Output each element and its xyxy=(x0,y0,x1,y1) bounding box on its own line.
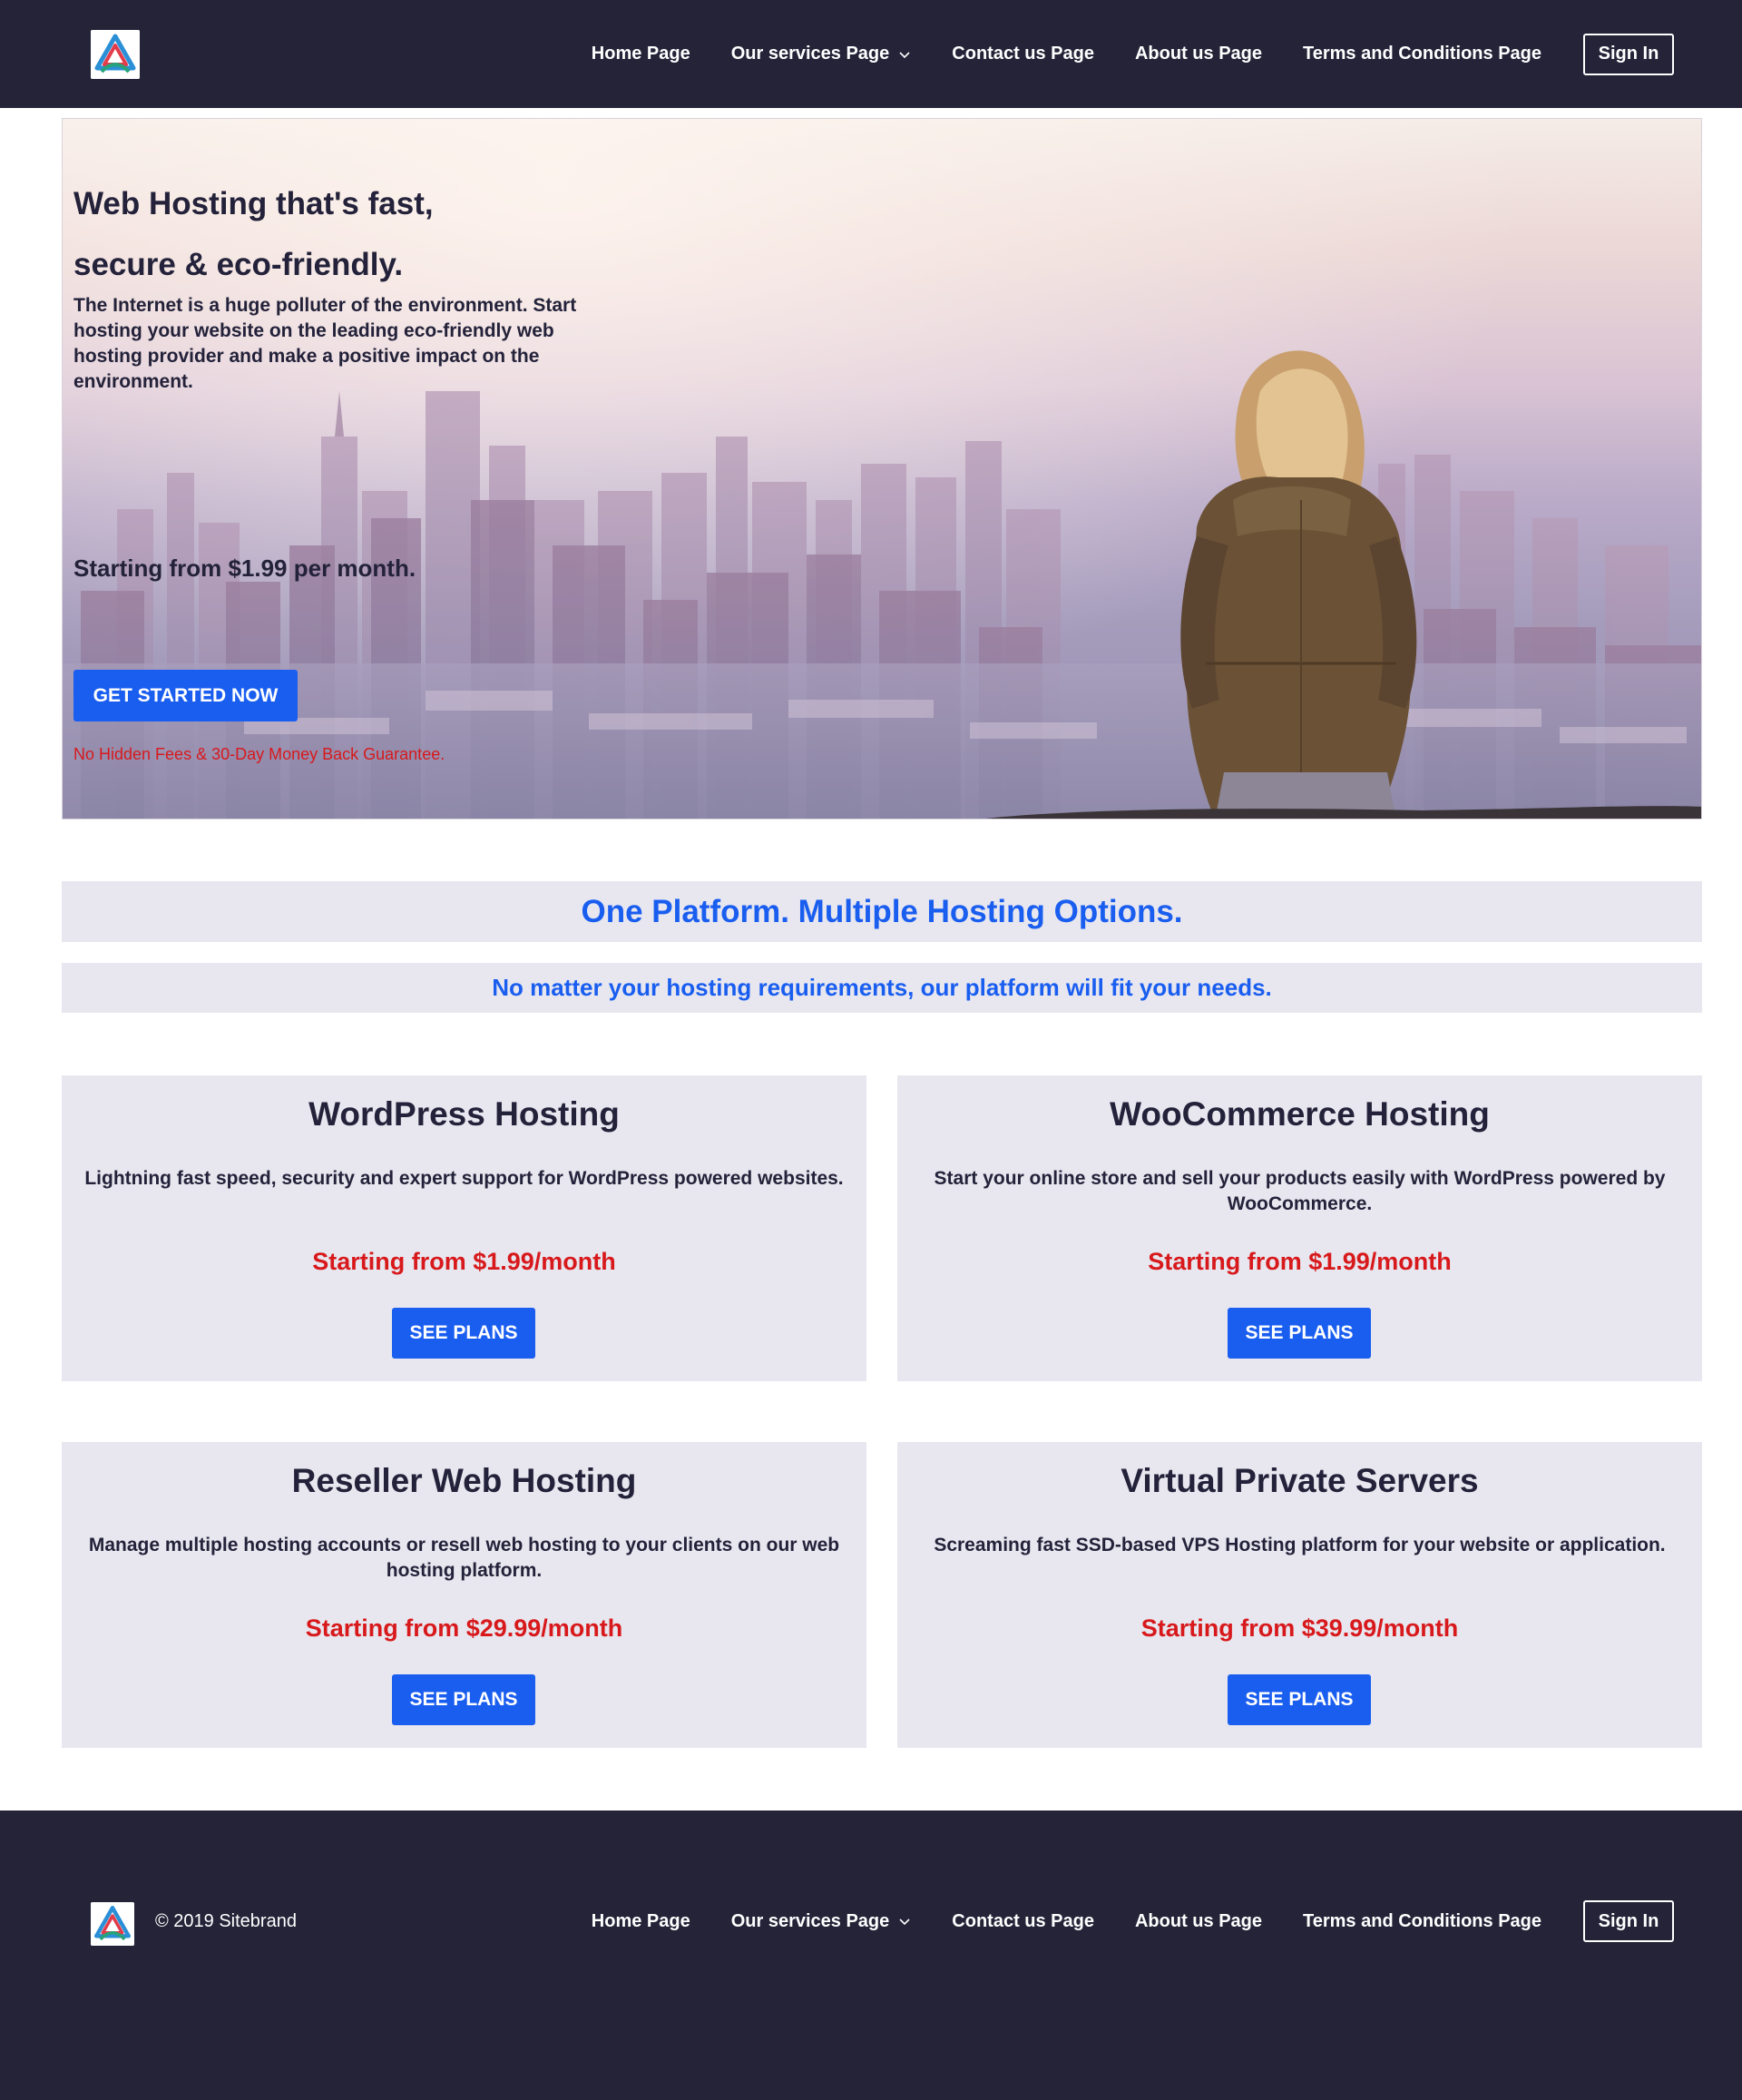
hosting-card-reseller: Reseller Web Hosting Manage multiple hos… xyxy=(62,1442,866,1748)
footer-link-about[interactable]: About us Page xyxy=(1135,1911,1262,1932)
nav-link-terms[interactable]: Terms and Conditions Page xyxy=(1303,44,1541,64)
footer-link-terms[interactable]: Terms and Conditions Page xyxy=(1303,1911,1541,1932)
card-price: Starting from $1.99/month xyxy=(1148,1248,1452,1275)
nav-link-label: Terms and Conditions Page xyxy=(1303,1910,1541,1931)
nav-link-services[interactable]: Our services Page xyxy=(731,44,912,64)
nav-link-contact[interactable]: Contact us Page xyxy=(952,44,1094,64)
hosting-card-vps: Virtual Private Servers Screaming fast S… xyxy=(897,1442,1702,1748)
section-subheading: No matter your hosting requirements, our… xyxy=(62,963,1702,1013)
hosting-card-wordpress: WordPress Hosting Lightning fast speed, … xyxy=(62,1075,866,1381)
chevron-down-icon xyxy=(898,1915,911,1928)
section-subheading-text: No matter your hosting requirements, our… xyxy=(492,974,1272,1001)
sitebrand-logo-icon[interactable] xyxy=(91,1902,134,1946)
footer-sign-in-button[interactable]: Sign In xyxy=(1583,1900,1674,1942)
hero-title: Web Hosting that's fast, secure & eco-fr… xyxy=(73,173,636,295)
get-started-button[interactable]: GET STARTED NOW xyxy=(73,670,298,721)
footer-link-home[interactable]: Home Page xyxy=(592,1911,690,1932)
nav-link-label: About us Page xyxy=(1134,1910,1262,1931)
see-plans-button[interactable]: SEE PLANS xyxy=(392,1308,535,1359)
hero-title-line: Web Hosting that's fast, xyxy=(73,186,434,221)
site-footer: © 2019 Sitebrand Home Page Our services … xyxy=(0,1811,1742,2100)
copyright-text: © 2019 Sitebrand xyxy=(155,1911,297,1931)
hosting-card-woocommerce: WooCommerce Hosting Start your online st… xyxy=(897,1075,1702,1381)
card-title: Reseller Web Hosting xyxy=(291,1462,637,1499)
main-nav: Home Page Our services Page Contact us P… xyxy=(592,0,1674,108)
nav-link-label: Our services Page xyxy=(730,1910,890,1931)
guarantee-note: No Hidden Fees & 30-Day Money Back Guara… xyxy=(73,745,445,763)
nav-link-label: About us Page xyxy=(1134,44,1262,64)
nav-link-about[interactable]: About us Page xyxy=(1135,44,1262,64)
card-price: Starting from $1.99/month xyxy=(312,1248,616,1275)
sitebrand-logo-icon[interactable] xyxy=(91,30,140,79)
card-description: Screaming fast SSD-based VPS Hosting pla… xyxy=(934,1535,1666,1555)
footer-link-services[interactable]: Our services Page xyxy=(731,1911,912,1932)
hero-title-line: secure & eco-friendly. xyxy=(73,247,404,282)
hero-description: The Internet is a huge polluter of the e… xyxy=(73,295,577,392)
nav-link-label: Home Page xyxy=(591,1910,690,1931)
card-title: WooCommerce Hosting xyxy=(1110,1095,1490,1133)
see-plans-button[interactable]: SEE PLANS xyxy=(392,1674,535,1725)
footer-nav: Home Page Our services Page Contact us P… xyxy=(592,1865,1674,1977)
section-heading-text: One Platform. Multiple Hosting Options. xyxy=(581,893,1183,929)
hero-starting-price: Starting from $1.99 per month. xyxy=(73,554,416,582)
see-plans-button[interactable]: SEE PLANS xyxy=(1228,1308,1371,1359)
nav-link-label: Home Page xyxy=(591,44,690,64)
card-description: Start your online store and sell your pr… xyxy=(934,1168,1666,1214)
see-plans-button[interactable]: SEE PLANS xyxy=(1228,1674,1371,1725)
card-description: Lightning fast speed, security and exper… xyxy=(84,1168,844,1189)
sign-in-button[interactable]: Sign In xyxy=(1583,33,1674,75)
card-title: WordPress Hosting xyxy=(308,1095,620,1133)
nav-link-label: Contact us Page xyxy=(952,44,1094,64)
chevron-down-icon xyxy=(898,48,911,61)
nav-link-label: Our services Page xyxy=(730,44,890,64)
top-navigation-bar: Home Page Our services Page Contact us P… xyxy=(0,0,1742,108)
card-title: Virtual Private Servers xyxy=(1121,1462,1479,1499)
nav-link-label: Terms and Conditions Page xyxy=(1303,44,1541,64)
nav-link-label: Contact us Page xyxy=(952,1910,1094,1931)
section-heading: One Platform. Multiple Hosting Options. xyxy=(62,881,1702,942)
card-description: Manage multiple hosting accounts or rese… xyxy=(88,1535,840,1581)
card-price: Starting from $29.99/month xyxy=(305,1614,623,1642)
nav-link-home[interactable]: Home Page xyxy=(592,44,690,64)
woman-figure xyxy=(1180,350,1417,819)
footer-link-contact[interactable]: Contact us Page xyxy=(952,1911,1094,1932)
card-price: Starting from $39.99/month xyxy=(1140,1614,1459,1642)
hero-banner: Web Hosting that's fast, secure & eco-fr… xyxy=(62,118,1702,819)
